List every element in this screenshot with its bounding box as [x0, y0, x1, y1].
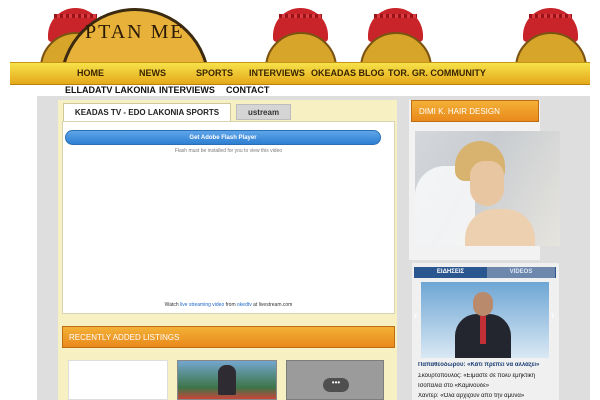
listing-thumbnail[interactable]	[68, 360, 168, 400]
channel-link[interactable]: okedtv	[237, 302, 252, 308]
tab-ustream[interactable]: ustream	[236, 104, 291, 120]
nav-okeadas-blog[interactable]: OKEADAS BLOG	[311, 68, 385, 78]
tab-news[interactable]: ΕΙΔΗΣΕΙΣ	[414, 267, 487, 278]
nav-interviews[interactable]: INTERVIEWS	[249, 68, 305, 78]
watch-prefix: Watch	[164, 302, 179, 308]
news-item[interactable]: Παπαθεοδώρου: «Κάτι πρέπει να αλλάξει»	[418, 362, 558, 368]
main-nav: HOME NEWS SPORTS INTERVIEWS OKEADAS BLOG…	[10, 62, 590, 85]
ad-image[interactable]	[415, 131, 560, 246]
nav-sports[interactable]: SPORTS	[196, 68, 233, 78]
nav-community[interactable]: TOR. GR. COMMUNITY	[388, 68, 486, 78]
nav-news[interactable]: NEWS	[139, 68, 166, 78]
subnav-contact[interactable]: CONTACT	[226, 85, 269, 95]
recent-listings-header: RECENTLY ADDED LISTINGS	[62, 326, 395, 348]
tab-videos[interactable]: VIDEOS	[487, 267, 555, 278]
speech-bubble-icon: •••	[323, 378, 349, 392]
logo-text: ΡΤΑΝ ΜΕ	[85, 21, 185, 43]
listing-thumbnail[interactable]: •••	[286, 360, 384, 400]
helmet-icon	[505, 8, 595, 62]
nav-home[interactable]: HOME	[77, 68, 104, 78]
subnav-interviews[interactable]: INTERVIEWS	[159, 85, 215, 95]
watch-mid: from	[225, 302, 236, 308]
tab-okeadas-tv[interactable]: KEADAS TV - EDO LAKONIA SPORTS	[63, 103, 231, 121]
news-item[interactable]: Χάντερ: «Όλα αρχίζουν από την άμυνα»	[418, 393, 558, 399]
news-image[interactable]	[421, 282, 549, 358]
flash-note: Flash must be installed for you to view …	[174, 148, 283, 154]
news-item[interactable]: Ισοπαλία στο «Καμινούδε»	[418, 383, 558, 389]
get-flash-button[interactable]: Get Adobe Flash Player	[65, 130, 381, 145]
next-arrow-icon[interactable]: ›	[551, 310, 554, 321]
listing-thumbnail[interactable]	[177, 360, 277, 400]
watch-suffix: at livestream.com	[253, 302, 293, 308]
news-item[interactable]: Σκουρτόπουλος: «Είμαστε σε πολύ εμήκτικη	[418, 373, 558, 379]
watch-line: Watch live streaming video from okedtv a…	[62, 302, 395, 308]
helmet-icon	[255, 8, 345, 62]
ad-header: DIMI K. HAIR DESIGN	[411, 100, 539, 122]
header-banner: ΡΤΑΝ ΜΕ	[0, 0, 600, 62]
prev-arrow-icon[interactable]: ‹	[414, 310, 417, 321]
live-streaming-link[interactable]: live streaming video	[180, 302, 224, 308]
helmet-icon	[350, 8, 440, 62]
subnav-elladatv[interactable]: ELLADATV LAKONIA	[65, 85, 156, 95]
